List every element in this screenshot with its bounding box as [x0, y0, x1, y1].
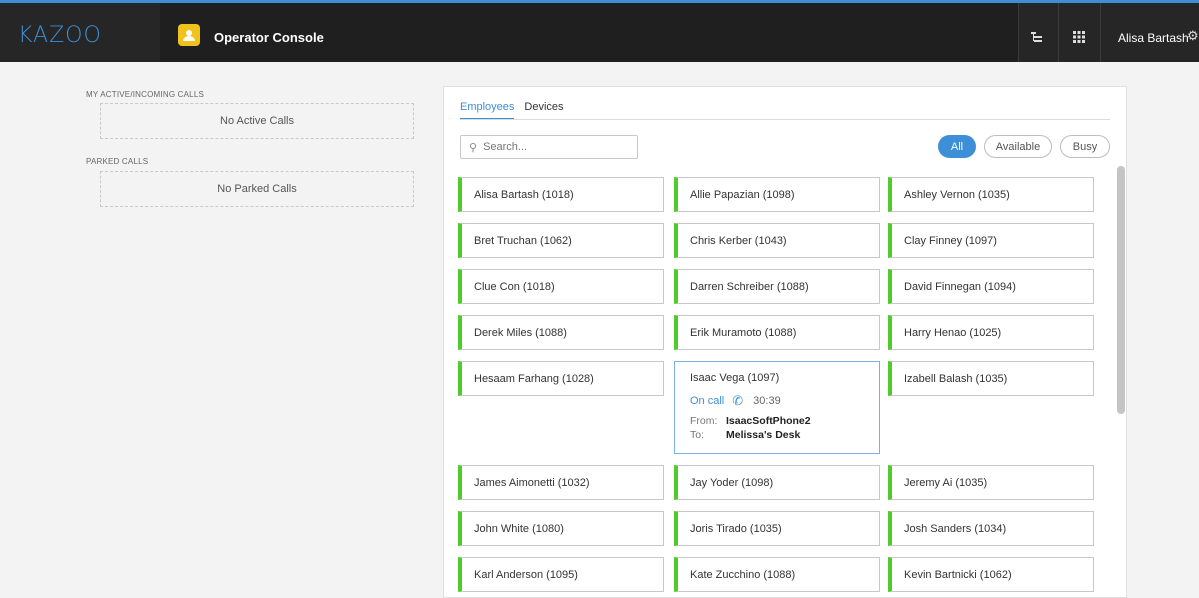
employee-name: John White (1080) [474, 523, 564, 535]
filter-all-button[interactable]: All [938, 135, 976, 158]
employee-card[interactable]: Allie Papazian (1098) [674, 177, 880, 212]
employee-card[interactable]: Kate Zucchino (1088) [674, 557, 880, 592]
employee-card[interactable]: Hesaam Farhang (1028) [458, 361, 664, 396]
phone-call-icon: ✆ [732, 393, 744, 408]
app-title: Operator Console [214, 30, 324, 45]
employee-name: David Finnegan (1094) [904, 281, 1016, 293]
employee-name: Clue Con (1018) [474, 281, 555, 293]
employee-card[interactable]: James Aimonetti (1032) [458, 465, 664, 500]
employee-name: Isaac Vega (1097) [690, 372, 780, 384]
employee-name: Clay Finney (1097) [904, 235, 997, 247]
employee-card[interactable]: Ashley Vernon (1035) [888, 177, 1094, 212]
call-status: On call [690, 395, 725, 407]
operator-console-icon [178, 24, 200, 46]
employee-card-on-call[interactable]: Isaac Vega (1097) On call ✆ 30:39 From: … [674, 361, 880, 454]
employee-name: Kate Zucchino (1088) [690, 569, 796, 581]
tab-divider [460, 119, 1110, 120]
employee-name: Kevin Bartnicki (1062) [904, 569, 1012, 581]
filter-busy-button[interactable]: Busy [1060, 135, 1110, 158]
to-label: To: [690, 429, 705, 441]
gear-icon[interactable]: ⚙ [1187, 28, 1199, 44]
employee-name: Chris Kerber (1043) [690, 235, 787, 247]
employee-card[interactable]: Karl Anderson (1095) [458, 557, 664, 592]
employee-name: Joris Tirado (1035) [690, 523, 782, 535]
to-value: Melissa's Desk [726, 429, 801, 441]
employee-name: Jay Yoder (1098) [690, 477, 774, 489]
employee-card[interactable]: Chris Kerber (1043) [674, 223, 880, 258]
from-value: IsaacSoftPhone2 [726, 415, 811, 427]
directory-panel: Employees Devices ⚲ All Available Busy A… [443, 86, 1127, 598]
no-parked-calls-text: No Parked Calls [217, 183, 297, 195]
scrollbar-thumb[interactable] [1117, 166, 1125, 414]
employee-card[interactable]: Izabell Balash (1035) [888, 361, 1094, 396]
employee-name: Harry Henao (1025) [904, 327, 1002, 339]
active-calls-label: MY ACTIVE/INCOMING CALLS [86, 90, 205, 99]
employee-name: Karl Anderson (1095) [474, 569, 578, 581]
hierarchy-icon[interactable] [1017, 22, 1057, 52]
employee-name: Darren Schreiber (1088) [690, 281, 809, 293]
employee-name: Josh Sanders (1034) [904, 523, 1007, 535]
employee-card[interactable]: Jay Yoder (1098) [674, 465, 880, 500]
app-grid-icon[interactable] [1059, 22, 1099, 52]
employee-name: Jeremy Ai (1035) [904, 477, 988, 489]
call-to: To: Melissa's Desk [690, 429, 879, 441]
employee-name: Allie Papazian (1098) [690, 189, 795, 201]
employee-name: Hesaam Farhang (1028) [474, 373, 594, 385]
call-duration: 30:39 [753, 395, 781, 407]
employee-card[interactable]: Jeremy Ai (1035) [888, 465, 1094, 500]
employee-name: Izabell Balash (1035) [904, 373, 1008, 385]
tab-employees[interactable]: Employees [460, 101, 515, 120]
employee-name: Alisa Bartash (1018) [474, 189, 574, 201]
call-status-row: On call ✆ 30:39 [690, 393, 879, 409]
employee-card[interactable]: Erik Muramoto (1088) [674, 315, 880, 350]
employee-card[interactable]: Harry Henao (1025) [888, 315, 1094, 350]
directory-tabs: Employees Devices [460, 101, 564, 120]
from-label: From: [690, 415, 718, 427]
employee-card[interactable]: John White (1080) [458, 511, 664, 546]
active-calls-dropzone: No Active Calls [100, 103, 414, 139]
employee-card[interactable]: Alisa Bartash (1018) [458, 177, 664, 212]
employee-card[interactable]: Josh Sanders (1034) [888, 511, 1094, 546]
tab-devices[interactable]: Devices [524, 101, 563, 120]
call-from: From: IsaacSoftPhone2 [690, 415, 879, 427]
parked-calls-label: PARKED CALLS [86, 157, 149, 166]
user-menu[interactable]: Alisa Bartash [1118, 31, 1189, 45]
employee-card[interactable]: Darren Schreiber (1088) [674, 269, 880, 304]
employee-card[interactable]: Derek Miles (1088) [458, 315, 664, 350]
divider [1100, 3, 1101, 62]
employee-card[interactable]: Kevin Bartnicki (1062) [888, 557, 1094, 592]
employee-card[interactable]: David Finnegan (1094) [888, 269, 1094, 304]
employee-name: Ashley Vernon (1035) [904, 189, 1010, 201]
employee-name: Derek Miles (1088) [474, 327, 567, 339]
search-box[interactable]: ⚲ [460, 135, 638, 159]
employee-card[interactable]: Joris Tirado (1035) [674, 511, 880, 546]
employee-card[interactable]: Clay Finney (1097) [888, 223, 1094, 258]
employee-name: Bret Truchan (1062) [474, 235, 572, 247]
employee-name: Erik Muramoto (1088) [690, 327, 797, 339]
filter-available-button[interactable]: Available [984, 135, 1052, 158]
employee-card[interactable]: Clue Con (1018) [458, 269, 664, 304]
no-active-calls-text: No Active Calls [220, 115, 294, 127]
employee-card[interactable]: Bret Truchan (1062) [458, 223, 664, 258]
kazoo-logo[interactable]: KAZOO [18, 23, 102, 48]
employee-name: James Aimonetti (1032) [474, 477, 590, 489]
parked-calls-dropzone: No Parked Calls [100, 171, 414, 207]
search-icon: ⚲ [469, 141, 478, 154]
search-input[interactable] [483, 141, 624, 153]
